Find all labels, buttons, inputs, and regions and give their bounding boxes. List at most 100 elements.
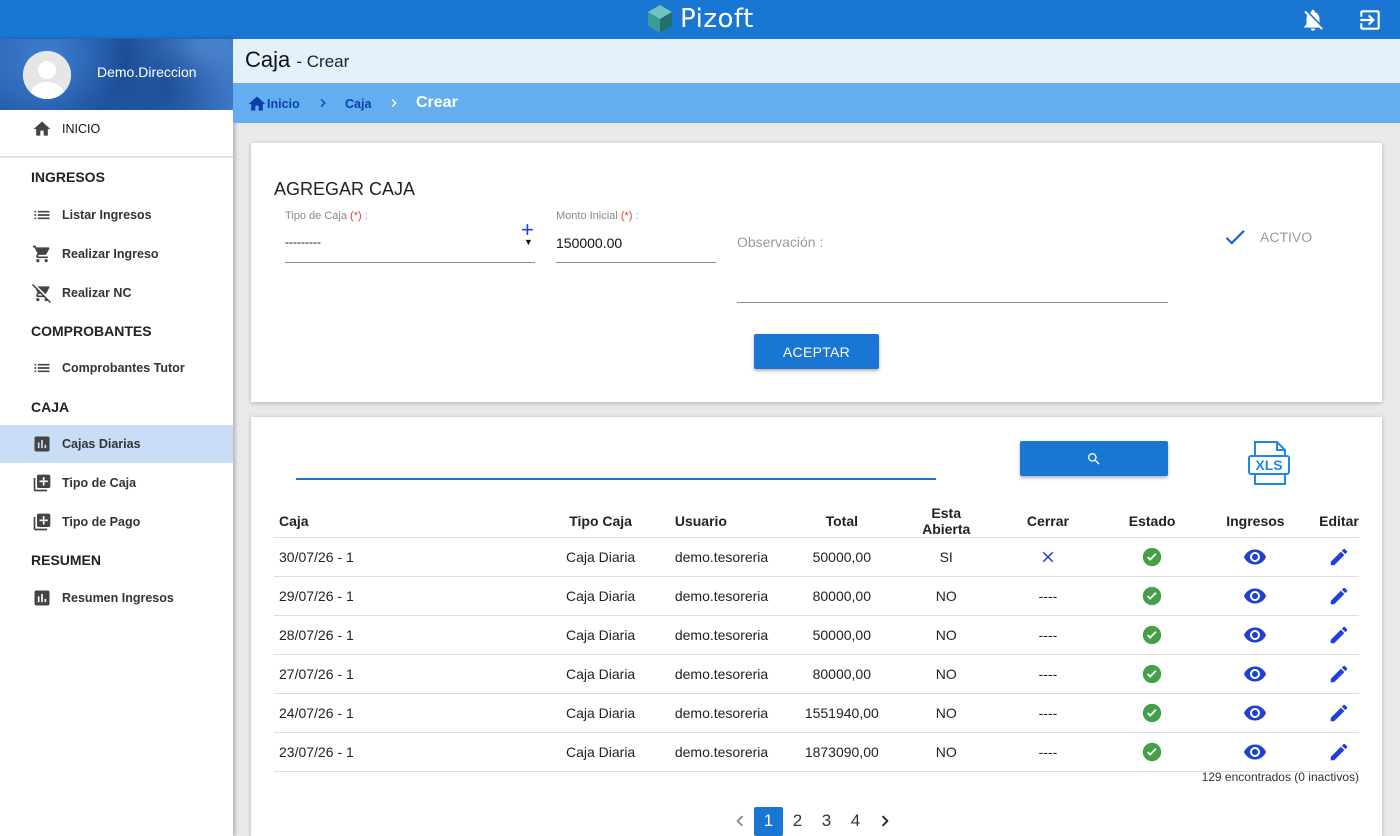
chevron-left-icon — [735, 815, 743, 827]
list-icon — [34, 210, 50, 220]
page-1-button[interactable]: 1 — [754, 806, 783, 836]
col-estado: Estado — [1112, 505, 1192, 538]
eye-icon — [1244, 588, 1267, 604]
cell-cerrar: ---- — [983, 654, 1113, 694]
cell-caja: 29/07/26 - 1 — [274, 576, 527, 616]
cell-estado — [1112, 576, 1192, 616]
monto-underline — [556, 262, 716, 263]
sidebar-item-tipo-caja[interactable]: Tipo de Caja — [0, 464, 233, 502]
add-caja-form-card: AGREGAR CAJA Tipo de Caja (*) : --------… — [251, 143, 1382, 402]
cell-ingresos[interactable] — [1191, 693, 1319, 733]
form-title: AGREGAR CAJA — [274, 179, 416, 199]
divider — [0, 156, 233, 158]
cell-esta-abierta: NO — [908, 732, 984, 772]
results-count: 129 encontrados (0 inactivos) — [1201, 770, 1359, 784]
breadcrumb-link-caja[interactable]: Caja — [345, 97, 371, 111]
edit-pencil-icon — [1330, 704, 1348, 722]
cell-ingresos[interactable] — [1191, 615, 1319, 655]
cell-caja: 30/07/26 - 1 — [274, 537, 527, 577]
pagination: 1234 — [725, 806, 899, 836]
cell-estado — [1112, 615, 1192, 655]
cell-ingresos[interactable] — [1191, 576, 1319, 616]
page-numbers: 1234 — [754, 806, 870, 836]
cell-usuario: demo.tesoreria — [674, 693, 775, 733]
cell-total: 50000,00 — [774, 537, 909, 577]
check-circle-icon — [1142, 586, 1162, 606]
sidebar-item-label: Realizar NC — [62, 286, 132, 300]
next-page-button[interactable] — [870, 807, 899, 836]
logout-icon[interactable] — [1357, 7, 1383, 33]
sidebar-item-realizar-ingreso[interactable]: Realizar Ingreso — [0, 235, 233, 273]
bar-chart-icon — [34, 590, 50, 606]
page-3-button[interactable]: 3 — [812, 807, 841, 836]
eye-icon — [1244, 627, 1267, 643]
cell-total: 50000,00 — [774, 615, 909, 655]
home-icon[interactable] — [247, 94, 267, 114]
eye-icon — [1244, 666, 1267, 682]
tipo-caja-select[interactable]: --------- — [285, 235, 321, 249]
sidebar-item-comprobantes-tutor[interactable]: Comprobantes Tutor — [0, 349, 233, 387]
table-row: 24/07/26 - 1 Caja Diaria demo.tesoreria 155… — [274, 693, 1359, 733]
col-tipo-caja[interactable]: Tipo Caja — [526, 505, 675, 538]
col-total[interactable]: Total — [774, 505, 909, 538]
chevron-right-icon — [320, 99, 326, 107]
observacion-field[interactable] — [737, 302, 1168, 303]
check-icon[interactable] — [1222, 224, 1248, 250]
xls-export-icon[interactable]: XLS — [1247, 440, 1291, 486]
cell-esta-abierta: SI — [908, 537, 984, 577]
cell-cerrar: ---- — [983, 732, 1113, 772]
sidebar-item-label: Tipo de Caja — [62, 476, 137, 490]
cell-editar[interactable] — [1318, 732, 1359, 772]
page-header: Caja - Crear — [233, 39, 1400, 83]
cell-editar[interactable] — [1318, 537, 1359, 577]
check-circle-icon — [1142, 547, 1162, 567]
search-input[interactable] — [296, 451, 936, 477]
avatar[interactable] — [23, 51, 71, 99]
section-caja: CAJA — [31, 399, 70, 415]
cell-editar[interactable] — [1318, 654, 1359, 694]
table-row: 28/07/26 - 1 Caja Diaria demo.tesoreria 500… — [274, 615, 1359, 655]
col-caja[interactable]: Caja — [274, 505, 527, 538]
sidebar-item-label: Listar Ingresos — [62, 208, 152, 222]
breadcrumb: Inicio Caja Crear — [233, 83, 1400, 123]
page-4-button[interactable]: 4 — [841, 807, 870, 836]
col-usuario[interactable]: Usuario — [674, 505, 775, 538]
edit-pencil-icon — [1330, 548, 1348, 566]
sidebar-item-label: Cajas Diarias — [62, 437, 141, 451]
page-title-text: Caja — [245, 47, 291, 72]
sidebar-item-label: Resumen Ingresos — [62, 591, 174, 605]
col-esta-abierta[interactable]: Esta Abierta — [908, 505, 984, 538]
cell-editar[interactable] — [1318, 693, 1359, 733]
dropdown-caret-icon[interactable]: ▼ — [524, 237, 533, 247]
sidebar-item-listar-ingresos[interactable]: Listar Ingresos — [0, 196, 233, 234]
cell-estado — [1112, 693, 1192, 733]
sidebar-item-inicio[interactable]: INICIO — [0, 110, 233, 148]
cell-cerrar[interactable] — [983, 537, 1113, 577]
col-ingresos: Ingresos — [1191, 505, 1319, 538]
sidebar-item-realizar-nc[interactable]: Realizar NC — [0, 274, 233, 312]
cell-tipo-caja: Caja Diaria — [526, 693, 675, 733]
breadcrumb-current: Crear — [416, 94, 458, 111]
cell-ingresos[interactable] — [1191, 537, 1319, 577]
search-button[interactable] — [1020, 441, 1168, 476]
sidebar-item-tipo-pago[interactable]: Tipo de Pago — [0, 503, 233, 541]
monto-inicial-input[interactable]: 150000.00 — [556, 235, 622, 251]
page-2-button[interactable]: 2 — [783, 807, 812, 836]
sidebar-item-resumen-ingresos[interactable]: Resumen Ingresos — [0, 579, 233, 617]
close-icon — [1042, 551, 1054, 563]
section-comprobantes: COMPROBANTES — [31, 323, 152, 339]
cell-ingresos[interactable] — [1191, 732, 1319, 772]
cell-editar[interactable] — [1318, 576, 1359, 616]
monto-label: Monto Inicial (*) : — [556, 210, 639, 222]
cell-ingresos[interactable] — [1191, 654, 1319, 694]
cell-editar[interactable] — [1318, 615, 1359, 655]
sidebar-item-cajas-diarias[interactable]: Cajas Diarias — [0, 425, 233, 463]
notifications-off-icon[interactable] — [1300, 7, 1326, 33]
cell-tipo-caja: Caja Diaria — [526, 537, 675, 577]
cell-caja: 28/07/26 - 1 — [274, 615, 527, 655]
breadcrumb-link-inicio[interactable]: Inicio — [267, 97, 300, 111]
prev-page-button[interactable] — [725, 807, 754, 836]
cell-caja: 27/07/26 - 1 — [274, 654, 527, 694]
aceptar-button[interactable]: ACEPTAR — [754, 334, 879, 369]
tipo-caja-underline — [285, 262, 535, 263]
